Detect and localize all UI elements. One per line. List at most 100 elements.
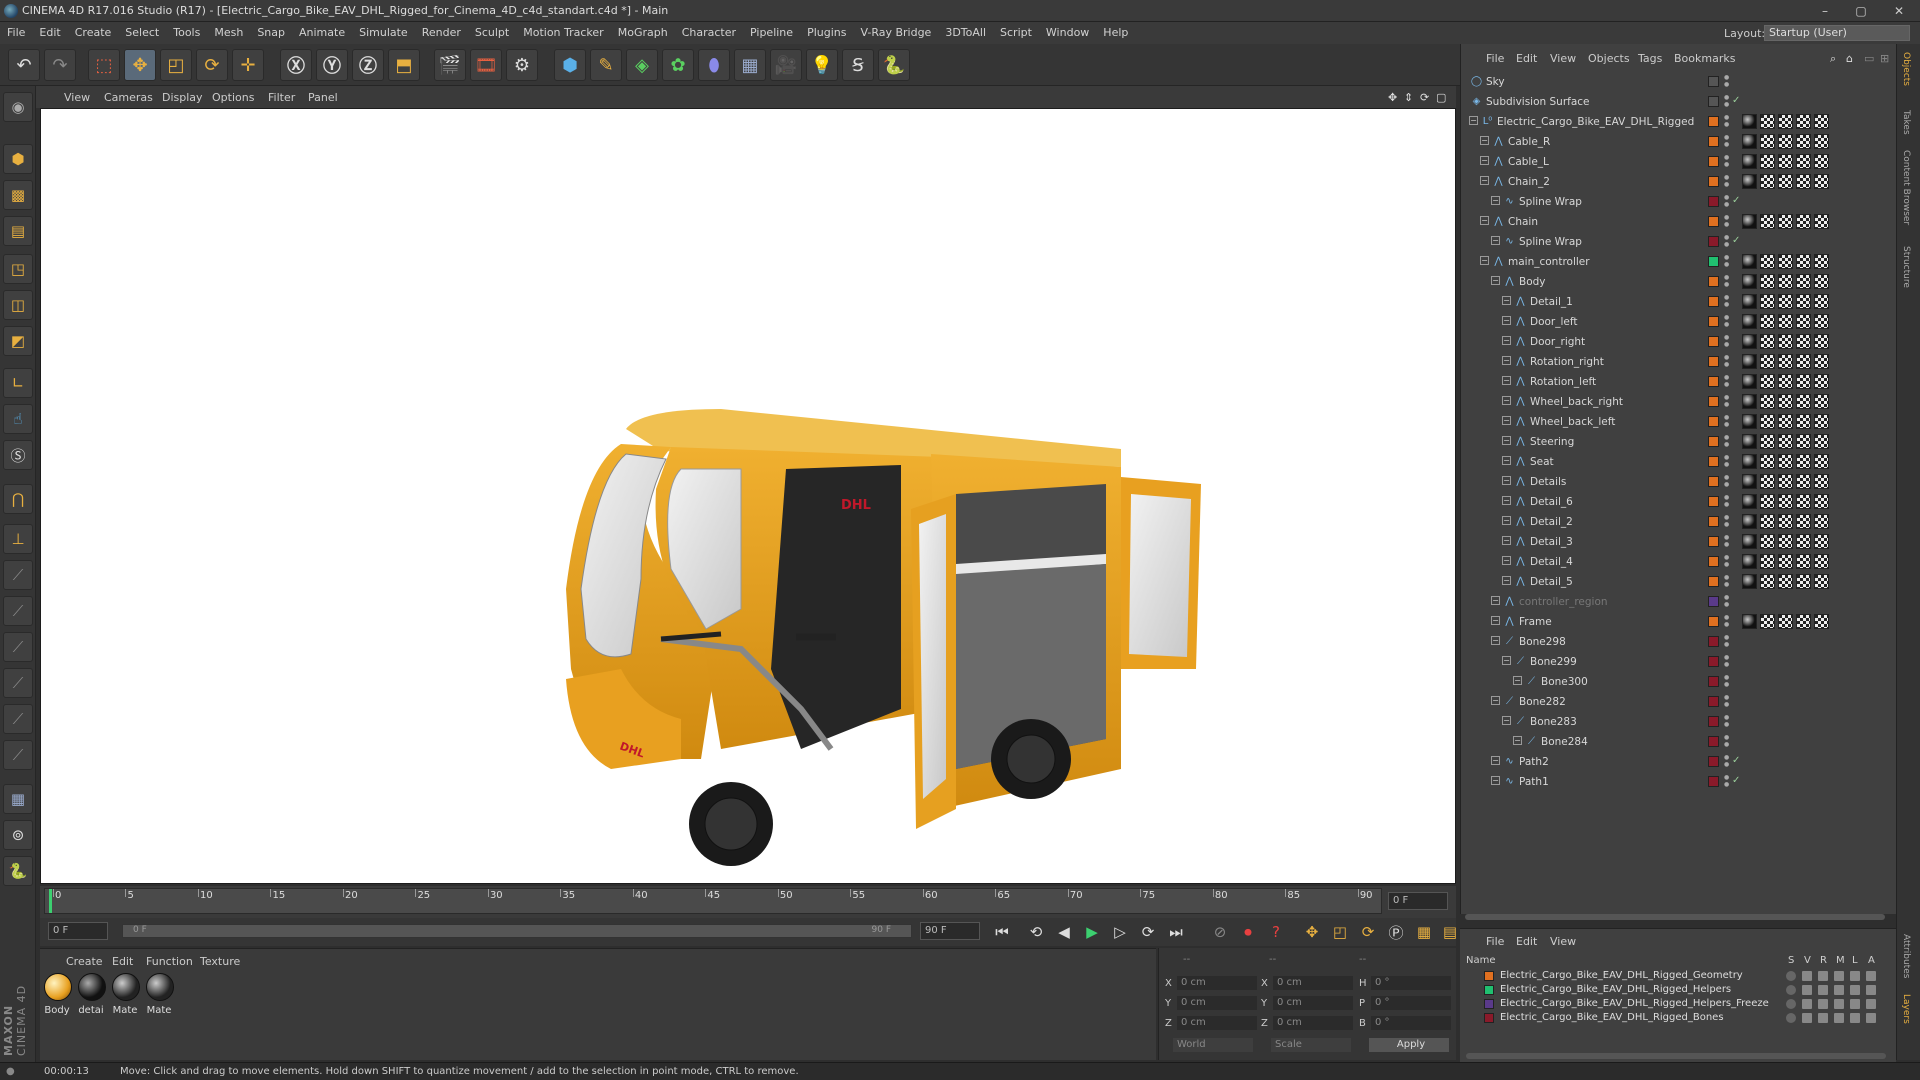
visibility-dots[interactable]: ● ● bbox=[1724, 654, 1732, 668]
material-tag-icon[interactable] bbox=[1742, 274, 1757, 289]
object-row[interactable]: − ⋀ main_controller ● ● bbox=[1460, 252, 1896, 272]
layer-flag-toggle[interactable] bbox=[1818, 1013, 1828, 1023]
visibility-dots[interactable]: ● ● bbox=[1724, 594, 1732, 608]
visibility-dots[interactable]: ● ● bbox=[1724, 394, 1732, 408]
material-tag-icon[interactable] bbox=[1796, 134, 1811, 149]
material-tag-icon[interactable] bbox=[1796, 274, 1811, 289]
material-tag-icon[interactable] bbox=[1742, 334, 1757, 349]
material-ball[interactable] bbox=[78, 973, 106, 1001]
layer-color-swatch[interactable] bbox=[1708, 736, 1719, 747]
playhead[interactable] bbox=[49, 889, 52, 913]
material-tag-icon[interactable] bbox=[1778, 354, 1793, 369]
material-tag-icon[interactable] bbox=[1796, 254, 1811, 269]
prev-frame-icon[interactable]: ◀ bbox=[1052, 920, 1076, 944]
mograph-icon[interactable]: ✿ bbox=[662, 49, 694, 81]
timeline-icon[interactable]: ▤ bbox=[1438, 920, 1462, 944]
object-row[interactable]: − ⟋ Bone299 ● ● bbox=[1460, 652, 1896, 672]
coord-z-field[interactable]: 0 cm bbox=[1177, 1016, 1257, 1030]
subdiv-icon[interactable]: ◈ bbox=[626, 49, 658, 81]
object-row[interactable]: − ∿ Spline Wrap ● ● ✓ bbox=[1460, 232, 1896, 252]
layer-color-swatch[interactable] bbox=[1708, 676, 1719, 687]
material-tag-icon[interactable] bbox=[1778, 254, 1793, 269]
tree-expand-toggle[interactable]: − bbox=[1480, 136, 1489, 145]
cmotion-icon[interactable]: ⟋ bbox=[3, 740, 33, 770]
material-tag-icon[interactable] bbox=[1742, 514, 1757, 529]
visibility-dots[interactable]: ● ● bbox=[1724, 534, 1732, 548]
layer-flag-toggle[interactable] bbox=[1802, 985, 1812, 995]
mat-menu-texture[interactable]: Texture bbox=[200, 955, 240, 968]
material-tag-icon[interactable] bbox=[1760, 534, 1775, 549]
tweak-icon[interactable]: ☝ bbox=[3, 404, 33, 434]
object-row[interactable]: − ⋀ Detail_2 ● ● bbox=[1460, 512, 1896, 532]
material-tag-icon[interactable] bbox=[1742, 554, 1757, 569]
menu-mesh[interactable]: Mesh bbox=[207, 22, 250, 44]
material-tag-icon[interactable] bbox=[1742, 354, 1757, 369]
object-row[interactable]: − ⋀ controller_region ● ● bbox=[1460, 592, 1896, 612]
material-tag-icon[interactable] bbox=[1796, 334, 1811, 349]
material-tag-icon[interactable] bbox=[1760, 154, 1775, 169]
material-tag-icon[interactable] bbox=[1778, 414, 1793, 429]
material-tag-icon[interactable] bbox=[1796, 174, 1811, 189]
material-tag-icon[interactable] bbox=[1778, 534, 1793, 549]
material-tag-icon[interactable] bbox=[1760, 354, 1775, 369]
visibility-dots[interactable]: ● ● bbox=[1724, 674, 1732, 688]
render-view-icon[interactable]: 🎬 bbox=[434, 49, 466, 81]
layer-flag-toggle[interactable] bbox=[1866, 999, 1876, 1009]
material-tag-icon[interactable] bbox=[1760, 554, 1775, 569]
visibility-dots[interactable]: ● ● bbox=[1724, 434, 1732, 448]
z-axis-icon[interactable]: Ⓩ bbox=[352, 49, 384, 81]
object-row[interactable]: − L⁰ Electric_Cargo_Bike_EAV_DHL_Rigged ● ● bbox=[1460, 112, 1896, 132]
layer-color-swatch[interactable] bbox=[1708, 356, 1719, 367]
tab-structure[interactable]: Structure bbox=[1901, 246, 1911, 288]
goto-start-icon[interactable]: ⏮ bbox=[990, 920, 1014, 944]
tree-expand-toggle[interactable]: − bbox=[1480, 156, 1489, 165]
mat-menu-function[interactable]: Function bbox=[146, 955, 193, 968]
timeline-ruler[interactable]: 0 5 10 15 20 25 30 35 40 45 50 55 60 65 70 75 80 85 90 bbox=[44, 888, 1382, 914]
weight-tool-icon[interactable]: ⟋ bbox=[3, 596, 33, 626]
object-row[interactable]: − ∿ Path2 ● ● ✓ bbox=[1460, 752, 1896, 772]
undo-icon[interactable]: ↶ bbox=[8, 49, 40, 81]
camera-icon[interactable]: 🎥 bbox=[770, 49, 802, 81]
polygons-mode-icon[interactable]: ◩ bbox=[3, 326, 33, 356]
next-frame-icon[interactable]: ▷ bbox=[1108, 920, 1132, 944]
tree-expand-toggle[interactable]: − bbox=[1502, 456, 1511, 465]
layer-color-swatch[interactable] bbox=[1708, 216, 1719, 227]
layer-flag-toggle[interactable] bbox=[1786, 985, 1796, 995]
visibility-dots[interactable]: ● ● bbox=[1724, 194, 1732, 208]
material-tag-icon[interactable] bbox=[1760, 574, 1775, 589]
vp-menu-filter[interactable]: Filter bbox=[268, 91, 295, 104]
menu-render[interactable]: Render bbox=[415, 22, 468, 44]
model-mode-icon[interactable]: ⬢ bbox=[3, 144, 33, 174]
layer-flag-toggle[interactable] bbox=[1850, 971, 1860, 981]
goto-end-icon[interactable]: ⏭ bbox=[1164, 920, 1188, 944]
size-z-field[interactable]: 0 cm bbox=[1273, 1016, 1353, 1030]
menu-3dtoall[interactable]: 3DToAll bbox=[938, 22, 993, 44]
material-tag-icon[interactable] bbox=[1778, 134, 1793, 149]
workplane-icon[interactable]: ▤ bbox=[3, 216, 33, 246]
layer-color-swatch[interactable] bbox=[1708, 376, 1719, 387]
vp-menu-display[interactable]: Display bbox=[162, 91, 203, 104]
layer-color-swatch[interactable] bbox=[1708, 396, 1719, 407]
material-tag-icon[interactable] bbox=[1778, 274, 1793, 289]
world-select[interactable]: World bbox=[1173, 1038, 1253, 1052]
tree-expand-toggle[interactable]: − bbox=[1502, 296, 1511, 305]
object-row[interactable]: − ⋀ Frame ● ● bbox=[1460, 612, 1896, 632]
material-tag-icon[interactable] bbox=[1778, 394, 1793, 409]
material-tag-icon[interactable] bbox=[1760, 334, 1775, 349]
material-tag-icon[interactable] bbox=[1814, 374, 1829, 389]
material-tag-icon[interactable] bbox=[1814, 334, 1829, 349]
edges-mode-icon[interactable]: ◫ bbox=[3, 290, 33, 320]
visibility-dots[interactable]: ● ● bbox=[1724, 214, 1732, 228]
layout-select[interactable]: Startup (User) bbox=[1764, 25, 1910, 41]
layer-flag-toggle[interactable] bbox=[1850, 1013, 1860, 1023]
object-row[interactable]: − ⋀ Rotation_left ● ● bbox=[1460, 372, 1896, 392]
menu-file[interactable]: File bbox=[0, 22, 32, 44]
object-row[interactable]: − ⋀ Body ● ● bbox=[1460, 272, 1896, 292]
material-tag-icon[interactable] bbox=[1760, 474, 1775, 489]
menu-pipeline[interactable]: Pipeline bbox=[743, 22, 800, 44]
material-tag-icon[interactable] bbox=[1778, 154, 1793, 169]
material-tag-icon[interactable] bbox=[1778, 454, 1793, 469]
material-tag-icon[interactable] bbox=[1796, 394, 1811, 409]
key-position-icon[interactable]: ✥ bbox=[1300, 920, 1324, 944]
material-tag-icon[interactable] bbox=[1796, 514, 1811, 529]
